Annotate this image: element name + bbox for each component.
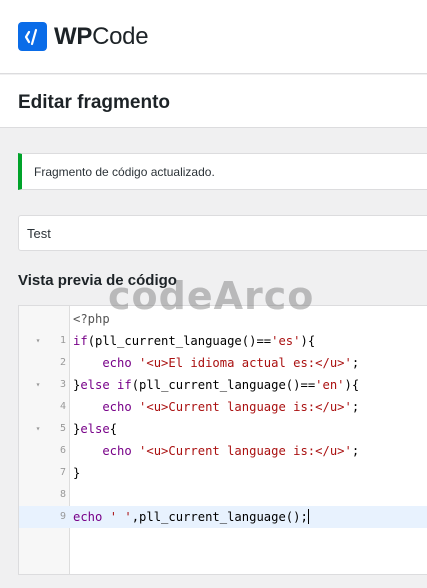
code-token: echo [73,444,140,458]
code-line[interactable]: ▾ 1 if(pll_current_language()=='es'){ [19,330,427,352]
fold-toggle-icon[interactable]: ▾ [33,330,43,352]
notice-text: Fragmento de código actualizado. [34,165,215,179]
code-token: echo [73,510,110,524]
page-header: Editar fragmento [0,75,427,128]
line-number: 3 [59,379,66,390]
code-token: else [80,422,110,436]
code-line[interactable]: 7} [19,462,427,484]
fold-toggle-icon[interactable]: ▾ [33,418,43,440]
code-token: } [73,466,81,480]
code-token: (pll_current_language()== [131,378,316,392]
line-number: 7 [59,467,66,478]
code-text: <?php [73,308,110,330]
line-number: 5 [59,423,66,434]
code-token: <?php [73,312,110,326]
code-token: if [73,334,88,348]
line-number: 2 [59,357,66,368]
code-token: ){ [300,334,316,348]
logo-text: WPCode [54,22,149,50]
line-number: 1 [59,335,66,346]
code-slash-icon [18,22,47,51]
line-number: 6 [59,445,66,456]
code-text: echo '<u>El idioma actual es:</u>'; [73,352,359,374]
code-line[interactable]: 6 echo '<u>Current language is:</u>'; [19,440,427,462]
code-line[interactable]: 8 [19,484,427,506]
code-token: ; [351,400,360,414]
code-text: }else{ [73,418,117,440]
code-text: echo ' ',pll_current_language(); [73,506,309,528]
code-editor[interactable]: <?php ▾ 1 if(pll_current_language()=='es'){… [18,305,427,575]
code-text: echo '<u>Current language is:</u>'; [73,440,359,462]
code-line[interactable]: <?php [19,308,427,330]
code-line[interactable]: 2 echo '<u>El idioma actual es:</u>'; [19,352,427,374]
code-line[interactable]: ▾ 3 }else if(pll_current_language()=='en')… [19,374,427,396]
page-title: Editar fragmento [18,92,171,113]
code-text: }else if(pll_current_language()=='en'){ [73,374,359,396]
code-line[interactable]: 4 echo '<u>Current language is:</u>'; [19,396,427,418]
code-token: 'en' [315,378,345,392]
snippet-title-input[interactable] [18,215,427,251]
text-cursor [307,509,309,524]
code-token: ' ' [109,510,132,524]
line-number: 9 [59,511,66,522]
code-line[interactable]: ▾ 5 }else{ [19,418,427,440]
code-text: } [73,462,80,484]
code-token: { [109,422,118,436]
code-token: (pll_current_language()== [87,334,272,348]
code-token: '<u>El idioma actual es:</u>' [139,356,352,370]
code-token: 'es' [271,334,301,348]
code-text: if(pll_current_language()=='es'){ [73,330,315,352]
code-text: echo '<u>Current language is:</u>'; [73,396,359,418]
code-token: echo [73,400,140,414]
line-number: 4 [59,401,66,412]
code-token: ; [351,444,360,458]
fold-toggle-icon[interactable]: ▾ [33,374,43,396]
code-token: ,pll_current_language(); [131,510,308,524]
code-token: else if [80,378,132,392]
code-token: echo [73,356,140,370]
code-preview-label: Vista previa de código [18,272,177,289]
line-number: 8 [59,489,66,500]
top-bar: WPCode [0,0,427,74]
code-token: '<u>Current language is:</u>' [139,444,352,458]
code-token: '<u>Current language is:</u>' [139,400,352,414]
wpcode-logo[interactable]: WPCode [18,22,149,51]
code-token: ; [351,356,360,370]
code-token: ){ [344,378,360,392]
success-notice: Fragmento de código actualizado. [18,153,427,190]
code-line[interactable]: 9 echo ' ',pll_current_language(); [19,506,427,528]
